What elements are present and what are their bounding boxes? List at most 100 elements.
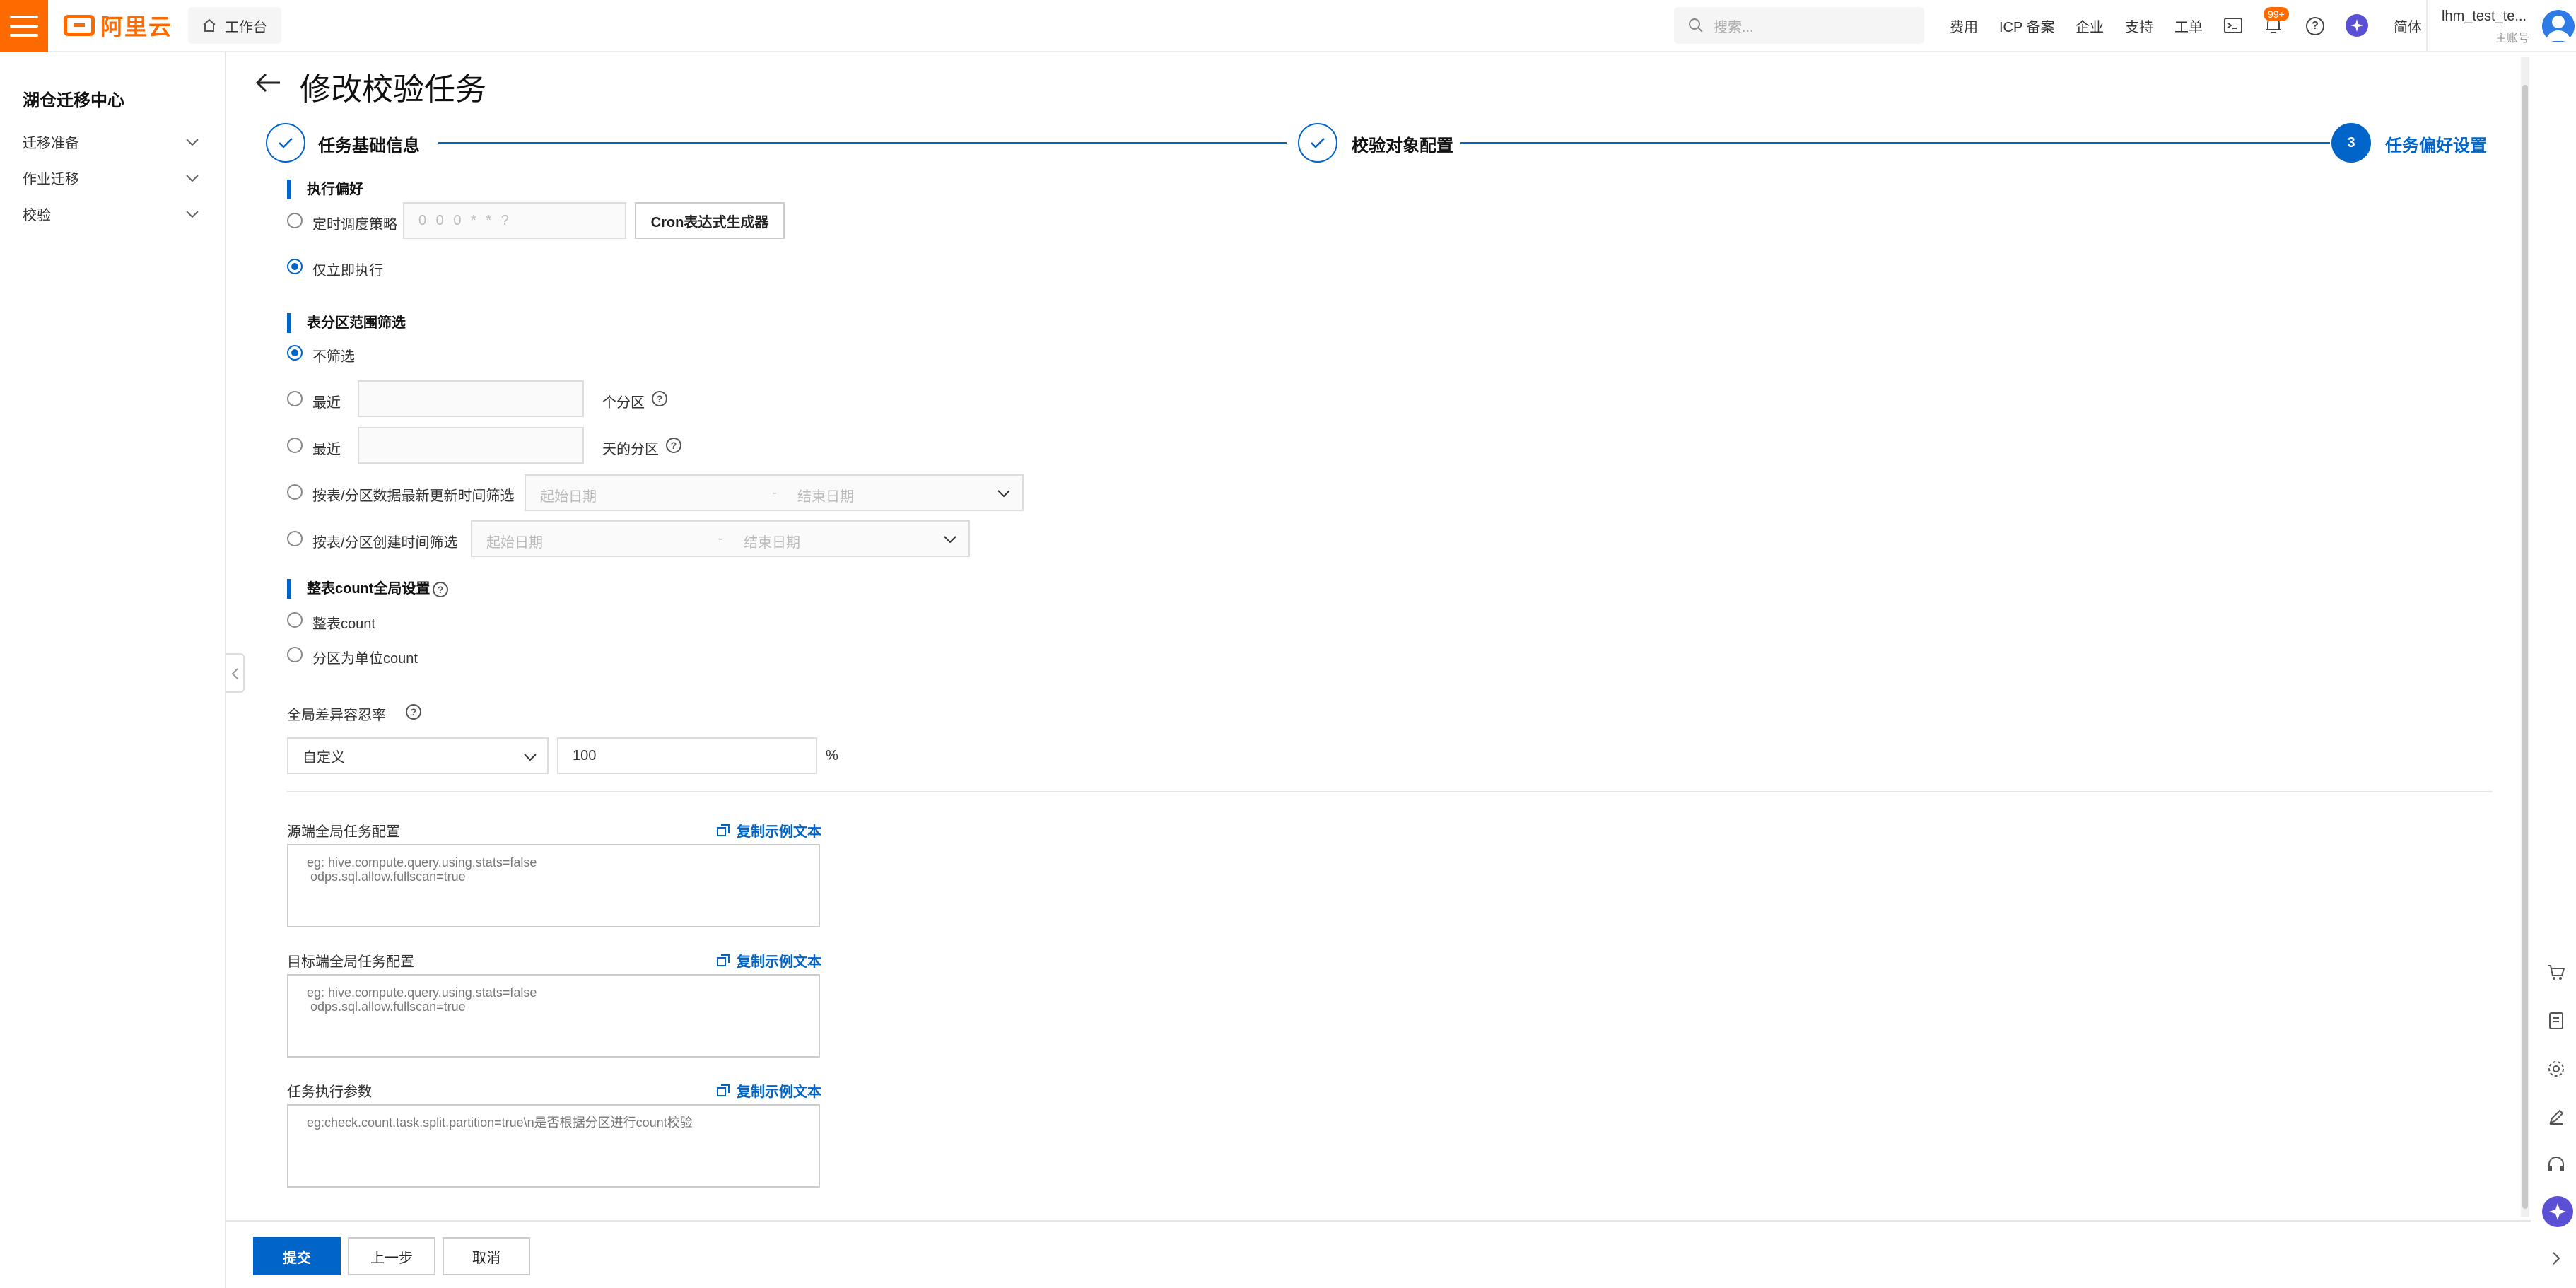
ai-assistant-icon[interactable] <box>2542 1196 2573 1227</box>
chevron-down-icon <box>186 138 199 146</box>
sidebar-item-job-migration[interactable]: 作业迁移 <box>23 168 199 188</box>
immediate-radio[interactable] <box>287 259 303 274</box>
user-name[interactable]: lhm_test_te... <box>2442 8 2527 25</box>
scrollbar[interactable] <box>2521 57 2529 1217</box>
submit-button[interactable]: 提交 <box>253 1237 341 1275</box>
recent-partitions-label: 最近 <box>312 395 341 411</box>
whole-table-count-label: 整表count <box>312 616 375 632</box>
copy-icon <box>717 824 730 836</box>
check-icon <box>1311 138 1325 148</box>
recent-partitions-radio[interactable] <box>287 391 303 406</box>
count-setting-title: 整表count全局设置 <box>287 579 430 599</box>
source-config-textarea[interactable]: eg: hive.compute.query.using.stats=false… <box>287 844 820 927</box>
recent-partitions-suffix: 个分区 <box>602 395 645 411</box>
step-connector-2 <box>1460 142 2330 144</box>
aliyun-logo[interactable]: 阿里云 <box>64 11 172 40</box>
exec-pref-title: 执行偏好 <box>287 180 363 199</box>
sidebar-item-validation[interactable]: 校验 <box>23 204 199 224</box>
nav-ticket[interactable]: 工单 <box>2174 16 2203 36</box>
top-bar: 阿里云 工作台 搜索... 费用 ICP 备案 企业 支持 工单 99+ ? 简… <box>0 0 2576 52</box>
cron-generator-button[interactable]: Cron表达式生成器 <box>635 202 785 239</box>
search-icon <box>1689 18 1703 33</box>
partition-count-radio[interactable] <box>287 647 303 662</box>
recent-days-radio[interactable] <box>287 438 303 453</box>
immediate-label: 仅立即执行 <box>312 263 383 279</box>
create-time-radio[interactable] <box>287 531 303 546</box>
question-icon[interactable]: ? <box>406 704 421 720</box>
sidebar-collapse-button[interactable] <box>226 653 245 693</box>
sidebar-title: 湖仓迁移中心 <box>23 91 124 110</box>
page-title: 修改校验任务 <box>300 72 486 107</box>
language-switch[interactable]: 简体 <box>2394 16 2422 36</box>
partition-filter-title: 表分区范围筛选 <box>287 313 406 333</box>
copy-example-link[interactable]: 复制示例文本 <box>717 820 821 841</box>
hamburger-menu-button[interactable] <box>0 0 48 52</box>
document-icon[interactable] <box>2543 1008 2569 1034</box>
params-label: 任务执行参数 <box>287 1084 372 1100</box>
tolerance-value-input[interactable]: 100 <box>557 737 817 774</box>
schedule-label: 定时调度策略 <box>312 217 397 233</box>
question-icon[interactable]: ? <box>652 391 667 406</box>
nav-icp[interactable]: ICP 备案 <box>1999 16 2055 36</box>
sidebar-item-migration-prep[interactable]: 迁移准备 <box>23 131 199 152</box>
update-time-radio[interactable] <box>287 484 303 500</box>
no-filter-radio[interactable] <box>287 345 303 361</box>
update-time-date-range[interactable]: 起始日期 - 结束日期 <box>525 474 1024 511</box>
schedule-radio[interactable] <box>287 213 303 228</box>
partition-count-label: 分区为单位count <box>312 651 418 667</box>
whole-table-count-radio[interactable] <box>287 612 303 628</box>
start-date-placeholder: 起始日期 <box>540 489 597 505</box>
step-connector-1 <box>438 142 1287 144</box>
target-config-textarea[interactable]: eg: hive.compute.query.using.stats=false… <box>287 974 820 1058</box>
target-config-label: 目标端全局任务配置 <box>287 954 414 970</box>
nav-support[interactable]: 支持 <box>2125 16 2153 36</box>
step-1-label: 任务基础信息 <box>318 136 420 156</box>
range-separator: - <box>718 531 723 546</box>
recent-days-suffix: 天的分区 <box>602 442 659 457</box>
chevron-left-icon <box>231 668 238 679</box>
copy-icon <box>717 1084 730 1096</box>
settings-icon[interactable] <box>2543 1056 2569 1082</box>
prev-step-button[interactable]: 上一步 <box>348 1237 435 1275</box>
tolerance-mode-select[interactable]: 自定义 <box>287 737 549 774</box>
question-icon[interactable]: ? <box>433 582 448 597</box>
headset-icon[interactable] <box>2543 1152 2569 1178</box>
copy-example-link[interactable]: 复制示例文本 <box>717 1080 821 1101</box>
cart-icon[interactable] <box>2543 960 2569 985</box>
cancel-button[interactable]: 取消 <box>443 1237 530 1275</box>
copy-icon <box>717 954 730 966</box>
range-separator: - <box>772 485 777 500</box>
params-textarea[interactable]: eg:check.count.task.split.partition=true… <box>287 1104 820 1188</box>
workbench-button[interactable]: 工作台 <box>188 7 281 44</box>
copy-example-link[interactable]: 复制示例文本 <box>717 950 821 971</box>
no-filter-label: 不筛选 <box>312 349 355 365</box>
footer-bar <box>226 1220 2531 1288</box>
back-arrow-icon[interactable] <box>254 72 281 93</box>
update-time-label: 按表/分区数据最新更新时间筛选 <box>312 488 515 504</box>
step-2-label: 校验对象配置 <box>1352 136 1453 156</box>
chevron-down-icon <box>186 174 199 182</box>
assistant-icon[interactable] <box>2346 14 2368 37</box>
recent-days-input[interactable] <box>358 427 584 464</box>
recent-partitions-input[interactable] <box>358 380 584 417</box>
user-role: 主账号 <box>2495 33 2530 45</box>
avatar[interactable] <box>2542 10 2575 42</box>
search-input[interactable]: 搜索... <box>1674 7 1924 44</box>
cron-input[interactable]: 0 0 0 * * ? <box>403 202 626 239</box>
terminal-icon[interactable] <box>2224 17 2242 34</box>
nav-fees[interactable]: 费用 <box>1950 16 1978 36</box>
step-1-done <box>266 123 305 163</box>
tolerance-label: 全局差异容忍率 <box>287 708 386 723</box>
create-time-date-range[interactable]: 起始日期 - 结束日期 <box>471 520 970 557</box>
header-divider <box>2426 0 2428 52</box>
question-icon[interactable]: ? <box>666 438 681 453</box>
help-icon[interactable]: ? <box>2306 17 2324 35</box>
recent-days-label: 最近 <box>312 442 341 457</box>
source-config-label: 源端全局任务配置 <box>287 824 400 840</box>
step-2-done <box>1298 123 1337 163</box>
step-3-label: 任务偏好设置 <box>2385 136 2487 156</box>
nav-enterprise[interactable]: 企业 <box>2076 16 2104 36</box>
create-time-label: 按表/分区创建时间筛选 <box>312 535 458 551</box>
edit-icon[interactable] <box>2543 1104 2569 1130</box>
chevron-right-icon[interactable] <box>2543 1246 2569 1271</box>
